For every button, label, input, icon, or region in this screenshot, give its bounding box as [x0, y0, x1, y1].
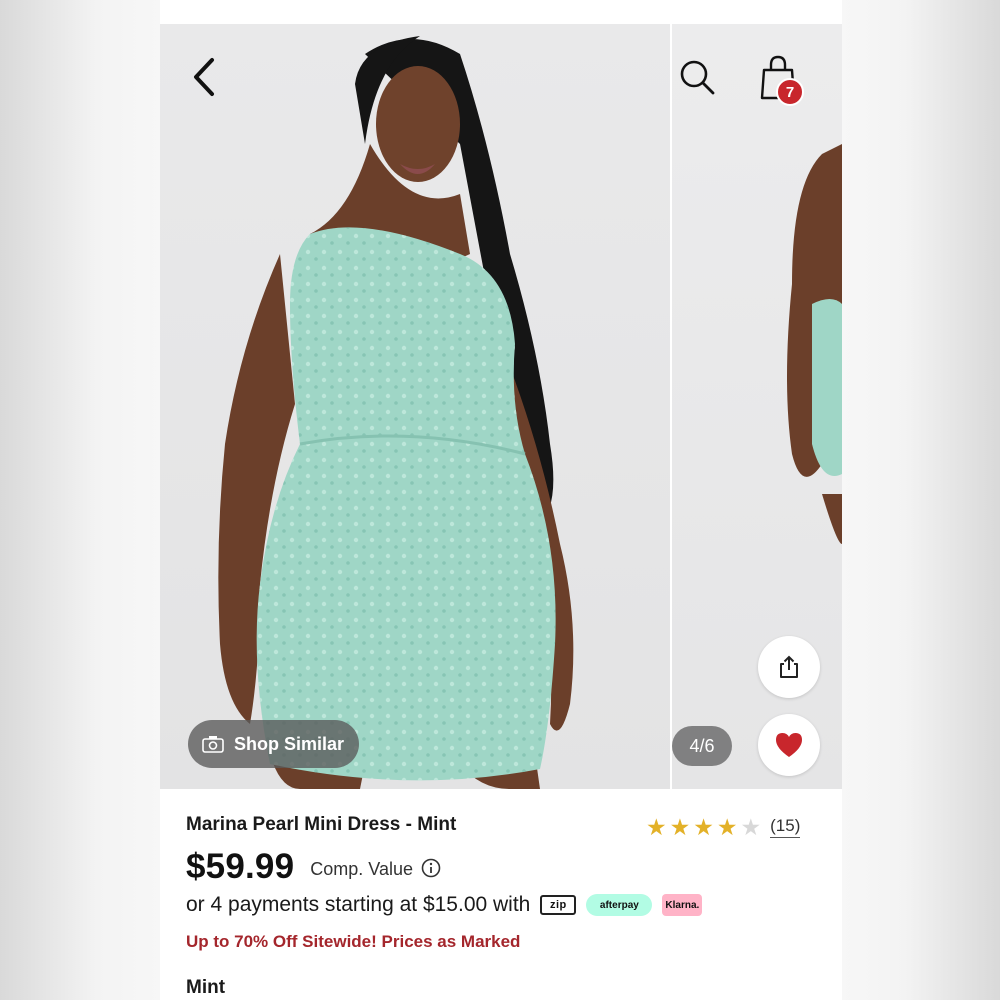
product-photo-main[interactable]: Shop Similar — [160, 24, 670, 789]
installments-row: or 4 payments starting at $15.00 with zi… — [186, 893, 703, 917]
image-pager: 4/6 — [672, 726, 732, 766]
klarna-logo[interactable]: Klarna. — [662, 894, 703, 916]
star-icon: ★ — [740, 814, 762, 840]
background-left — [0, 0, 160, 1000]
star-icon: ★ — [669, 814, 691, 840]
share-icon — [780, 655, 798, 678]
product-title: Marina Pearl Mini Dress - Mint — [186, 814, 457, 835]
star-icon: ★ — [716, 814, 738, 840]
afterpay-logo[interactable]: afterpay — [586, 894, 653, 916]
chevron-left-icon — [194, 58, 214, 96]
info-icon[interactable] — [421, 858, 441, 883]
shop-similar-button[interactable]: Shop Similar — [188, 720, 359, 768]
share-button[interactable] — [758, 636, 820, 698]
comp-value-label: Comp. Value — [310, 858, 413, 879]
promo-text: Up to 70% Off Sitewide! Prices as Marked — [186, 932, 521, 951]
app-screen: Shop Similar 7 4/6 Marina Pearl Mini Dre… — [160, 0, 842, 1000]
back-button[interactable] — [186, 54, 222, 100]
search-icon — [680, 60, 715, 95]
cart-count-badge: 7 — [776, 78, 804, 106]
zip-logo[interactable]: zip — [540, 895, 577, 915]
review-count-link[interactable]: (15) — [770, 816, 801, 838]
status-strip — [160, 0, 842, 24]
product-price: $59.99 — [186, 847, 295, 886]
star-icon: ★ — [693, 814, 714, 840]
shop-similar-label: Shop Similar — [234, 733, 345, 754]
favorite-button[interactable] — [758, 714, 820, 776]
heart-icon — [776, 733, 802, 757]
installments-text: or 4 payments starting at $15.00 with — [186, 893, 531, 916]
rating-summary[interactable]: ★ ★ ★ ★ ★ (15) — [646, 814, 801, 840]
model-photo — [218, 36, 574, 789]
camera-icon — [202, 736, 224, 753]
color-label: Mint — [186, 977, 226, 998]
price-row: $59.99 Comp. Value — [186, 847, 441, 887]
product-image-gallery[interactable]: Shop Similar 7 4/6 — [160, 24, 842, 789]
star-icon: ★ — [646, 814, 667, 840]
background-right — [842, 0, 1000, 1000]
search-button[interactable] — [676, 56, 718, 98]
product-info: Marina Pearl Mini Dress - Mint ★ ★ ★ ★ ★… — [160, 789, 842, 1000]
